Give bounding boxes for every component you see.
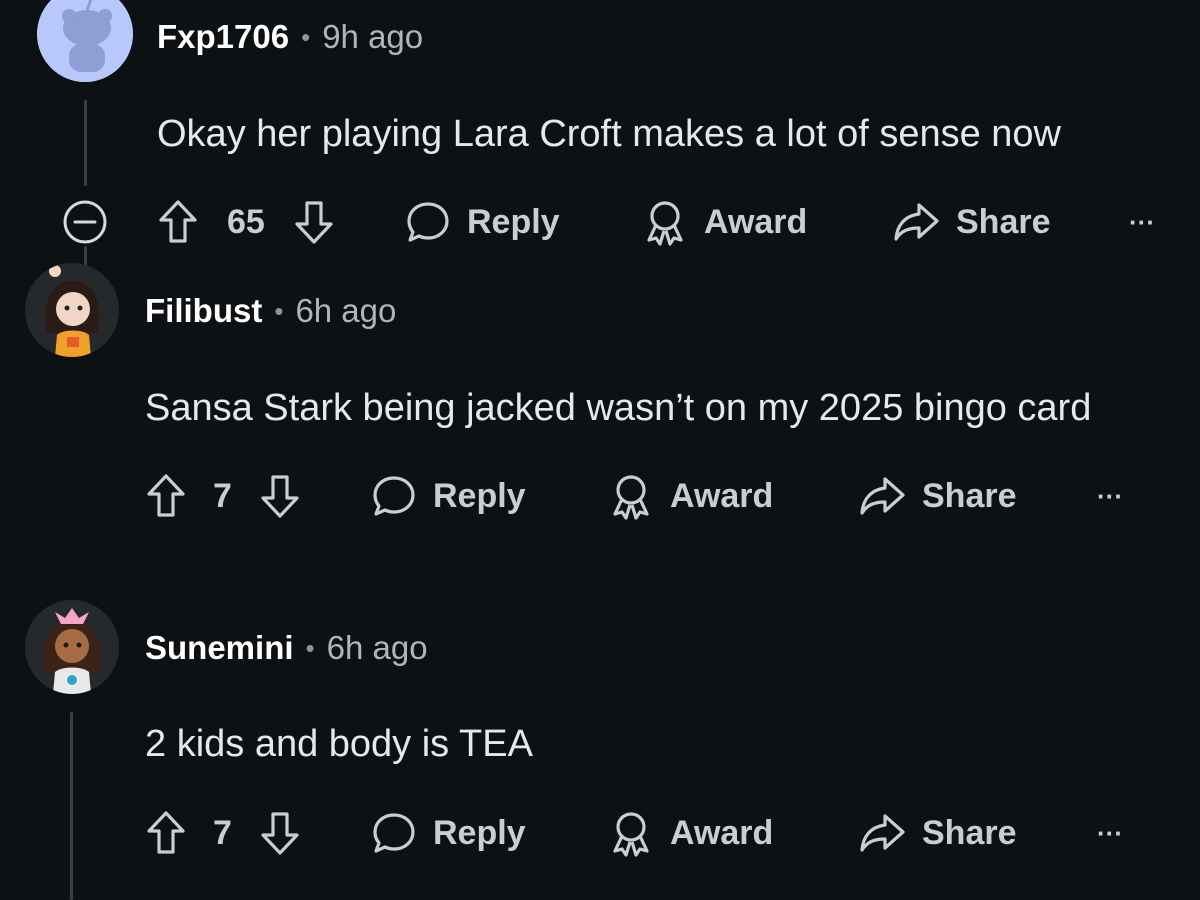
upvote-arrow-icon <box>147 811 185 854</box>
upvote-arrow-icon <box>147 474 185 517</box>
comment-meta: Fxp1706 • 9h ago <box>157 18 423 56</box>
award-button[interactable]: Award <box>608 803 773 863</box>
downvote-arrow-icon <box>261 812 299 855</box>
share-label: Share <box>922 476 1017 515</box>
user-avatar-icon <box>25 600 119 694</box>
avatar[interactable] <box>25 263 119 357</box>
share-button[interactable]: Share <box>892 192 1051 252</box>
upvote-arrow-icon <box>159 200 197 243</box>
timestamp[interactable]: 9h ago <box>322 18 423 56</box>
reply-button[interactable]: Reply <box>371 803 526 863</box>
share-arrow-icon <box>858 810 906 856</box>
comment-bubble-icon <box>405 199 451 245</box>
reply-label: Reply <box>433 813 526 852</box>
upvote-button[interactable] <box>145 803 187 863</box>
share-button[interactable]: Share <box>858 803 1017 863</box>
award-icon <box>608 809 654 857</box>
downvote-button[interactable] <box>259 466 301 526</box>
award-icon <box>608 472 654 520</box>
share-arrow-icon <box>858 473 906 519</box>
avatar[interactable] <box>25 600 119 694</box>
more-options-button[interactable]: ··· <box>1097 803 1123 863</box>
username[interactable]: Filibust <box>145 292 262 330</box>
award-button[interactable]: Award <box>608 466 773 526</box>
comment-actions: 7 Reply Award Share ··· <box>145 466 1145 526</box>
comment-bubble-icon <box>371 810 417 856</box>
share-label: Share <box>922 813 1017 852</box>
upvote-button[interactable] <box>145 466 187 526</box>
avatar[interactable] <box>37 0 133 82</box>
downvote-arrow-icon <box>261 475 299 518</box>
reply-label: Reply <box>433 476 526 515</box>
snoo-avatar-icon <box>37 0 133 82</box>
reply-button[interactable]: Reply <box>405 192 560 252</box>
downvote-arrow-icon <box>295 201 333 244</box>
timestamp[interactable]: 6h ago <box>295 292 396 330</box>
more-options-icon: ··· <box>1097 817 1123 848</box>
comment-body: Okay her playing Lara Croft makes a lot … <box>157 113 1062 155</box>
share-arrow-icon <box>892 199 940 245</box>
more-options-icon: ··· <box>1129 206 1155 237</box>
collapse-minus-icon <box>63 200 107 244</box>
reply-label: Reply <box>467 202 560 241</box>
separator-dot: • <box>274 295 284 326</box>
thread-line <box>70 712 73 900</box>
comment-body: 2 kids and body is TEA <box>145 723 533 765</box>
comment-meta: Filibust • 6h ago <box>145 292 396 330</box>
more-options-button[interactable]: ··· <box>1129 192 1155 252</box>
award-label: Award <box>670 476 774 515</box>
vote-count: 7 <box>213 476 232 515</box>
more-options-icon: ··· <box>1097 480 1123 511</box>
share-label: Share <box>956 202 1051 241</box>
downvote-button[interactable] <box>293 192 335 252</box>
username[interactable]: Sunemini <box>145 629 294 667</box>
downvote-button[interactable] <box>259 803 301 863</box>
thread-line <box>84 100 87 186</box>
award-label: Award <box>704 202 808 241</box>
collapse-thread-button[interactable] <box>62 199 108 250</box>
award-label: Award <box>670 813 774 852</box>
comment-body: Sansa Stark being jacked wasn’t on my 20… <box>145 387 1092 429</box>
comment-actions: 7 Reply Award Share ··· <box>145 803 1145 863</box>
timestamp[interactable]: 6h ago <box>327 629 428 667</box>
username[interactable]: Fxp1706 <box>157 18 289 56</box>
separator-dot: • <box>305 632 315 663</box>
share-button[interactable]: Share <box>858 466 1017 526</box>
comment-bubble-icon <box>371 473 417 519</box>
vote-count: 7 <box>213 813 232 852</box>
more-options-button[interactable]: ··· <box>1097 466 1123 526</box>
reply-button[interactable]: Reply <box>371 466 526 526</box>
separator-dot: • <box>301 21 311 52</box>
comment-meta: Sunemini • 6h ago <box>145 629 428 667</box>
upvote-button[interactable] <box>157 192 199 252</box>
award-icon <box>642 198 688 246</box>
comment-actions: 65 Reply Award Share ··· <box>157 192 1177 252</box>
user-avatar-icon <box>25 263 119 357</box>
vote-count: 65 <box>227 202 265 241</box>
award-button[interactable]: Award <box>642 192 807 252</box>
